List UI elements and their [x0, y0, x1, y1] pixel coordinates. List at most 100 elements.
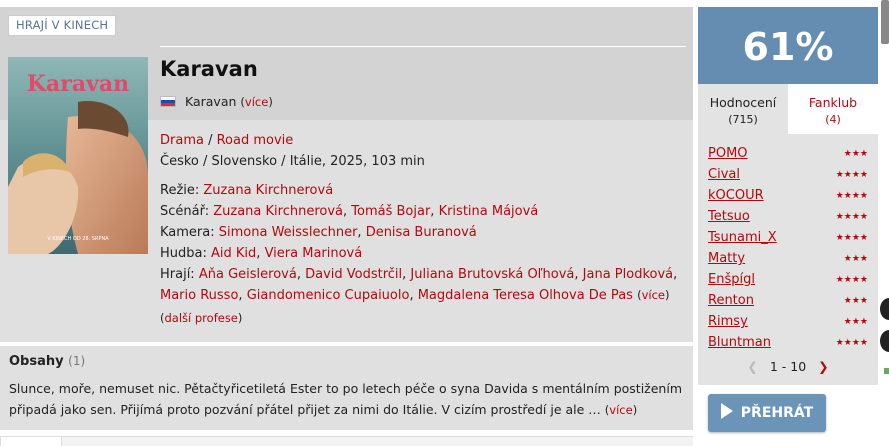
star-rating-icon: ★★★: [843, 253, 868, 264]
tab-fanclub-count: (4): [825, 113, 841, 126]
tab-ratings[interactable]: Hodnocení (715): [698, 84, 788, 134]
side-widget-icon[interactable]: [880, 330, 889, 352]
movie-info-panel: HRAJÍ V KINECH Karavan V KINECH OD 28. S…: [0, 7, 693, 342]
genre-link[interactable]: Drama: [160, 133, 204, 148]
star-rating-icon: ★★★★: [835, 169, 868, 180]
actor-link[interactable]: Juliana Brutovská Oľhová: [410, 267, 574, 282]
director-label: Režie:: [160, 183, 200, 198]
camera-line: Kamera: Simona Weisslechner, Denisa Bura…: [160, 225, 477, 240]
actor-link[interactable]: Mario Russo: [160, 288, 238, 303]
star-rating-icon: ★★★★: [835, 232, 868, 243]
movie-poster[interactable]: Karavan V KINECH OD 28. SRPNA: [8, 57, 148, 254]
star-rating-icon: ★★★★: [835, 190, 868, 201]
creator-link[interactable]: Simona Weisslechner: [219, 225, 358, 240]
user-rating-row: Bluntman ★★★★: [708, 332, 868, 353]
more-professions-link[interactable]: další profese: [165, 311, 238, 325]
poster-caption: V KINECH OD 28. SRPNA: [47, 236, 109, 242]
now-showing-badge[interactable]: HRAJÍ V KINECH: [8, 15, 117, 36]
side-widget-icon[interactable]: [880, 298, 889, 320]
creator-link[interactable]: Viera Marinová: [265, 246, 363, 261]
director-line: Režie: Zuzana Kirchnerová: [160, 183, 333, 198]
bottom-bar: [62, 436, 693, 446]
genres: Drama / Road movie: [160, 133, 294, 148]
rating-tabs: Hodnocení (715) Fanklub (4): [698, 84, 878, 134]
plot-text: Slunce, moře, nemuset nic. Pětačtyřiceti…: [9, 381, 682, 417]
star-rating-icon: ★★★★: [835, 274, 868, 285]
prev-page-icon[interactable]: ❮: [747, 359, 757, 374]
user-rating-row: Matty ★★★: [708, 248, 868, 269]
star-rating-icon: ★★★: [843, 295, 868, 306]
tab-fanclub[interactable]: Fanklub (4): [788, 84, 878, 134]
plot-section: Obsahy (1) Slunce, moře, nemuset nic. Pě…: [0, 346, 693, 430]
actor-link[interactable]: Aňa Geislerová: [199, 267, 297, 282]
creator-link[interactable]: Zuzana Kirchnerová: [203, 183, 333, 198]
plot-heading: Obsahy (1): [9, 354, 85, 369]
camera-label: Kamera:: [160, 225, 215, 240]
user-link[interactable]: Renton: [708, 293, 754, 308]
user-rating-row: Cival ★★★★: [708, 164, 868, 185]
pager-range: 1 - 10: [769, 359, 807, 374]
genre-link[interactable]: Road movie: [217, 133, 294, 148]
original-title-more-link[interactable]: více: [245, 95, 268, 109]
creator-link[interactable]: Denisa Buranová: [366, 225, 477, 240]
user-rating-row: Renton ★★★: [708, 290, 868, 311]
plot-count: (1): [68, 354, 86, 368]
user-link[interactable]: Tetsuo: [708, 209, 750, 224]
next-page-icon[interactable]: ❯: [818, 359, 828, 374]
slovak-flag-icon: [160, 96, 176, 107]
play-button[interactable]: PŘEHRÁT: [708, 394, 826, 432]
user-link[interactable]: POMO: [708, 146, 748, 161]
tab-ratings-count: (715): [728, 113, 758, 126]
creator-link[interactable]: Aid Kid: [211, 246, 256, 261]
user-link[interactable]: Bluntman: [708, 335, 771, 350]
creator-link[interactable]: Tomáš Bojar: [351, 204, 430, 219]
origin-line: Česko / Slovensko / Itálie, 2025, 103 mi…: [160, 154, 425, 169]
music-line: Hudba: Aid Kid, Viera Marinová: [160, 246, 363, 261]
plot-more-link[interactable]: více: [609, 403, 632, 417]
plot-title: Obsahy: [9, 354, 64, 369]
star-rating-icon: ★★★★: [835, 337, 868, 348]
original-title-row: Karavan (více): [160, 94, 273, 109]
original-title: Karavan: [185, 94, 237, 109]
user-link[interactable]: Rimsy: [708, 314, 748, 329]
star-rating-icon: ★★★★: [835, 211, 868, 222]
user-link[interactable]: Tsunami_X: [708, 230, 777, 245]
actor-link[interactable]: Jana Plodková: [583, 267, 673, 282]
user-link[interactable]: kOCOUR: [708, 188, 764, 203]
creator-link[interactable]: Zuzana Kirchnerová: [213, 204, 343, 219]
actor-link[interactable]: Magdalena Teresa Olhova De Pas: [418, 288, 633, 303]
music-label: Hudba:: [160, 246, 207, 261]
writers-line: Scénář: Zuzana Kirchnerová, Tomáš Bojar,…: [160, 204, 539, 219]
cast-line: Hrají: Aňa Geislerová, David Vodstrčil, …: [160, 267, 678, 282]
user-rating-row: POMO ★★★: [708, 143, 868, 164]
scrollbar[interactable]: [881, 0, 889, 44]
writers-label: Scénář:: [160, 204, 210, 219]
user-rating-row: Rimsy ★★★: [708, 311, 868, 332]
user-link[interactable]: Matty: [708, 251, 745, 266]
rating-score: 61%: [698, 7, 878, 84]
cast-label: Hrají:: [160, 267, 195, 282]
cast-more-link[interactable]: více: [642, 288, 665, 302]
user-link[interactable]: Cival: [708, 167, 740, 182]
cast-line-2: Mario Russo, Giandomenico Cupaiuolo, Mag…: [160, 288, 670, 303]
poster-title: Karavan: [27, 71, 129, 97]
user-rating-row: kOCOUR ★★★★: [708, 185, 868, 206]
creator-link[interactable]: Kristina Májová: [439, 204, 539, 219]
tab-ratings-label: Hodnocení: [709, 95, 777, 110]
side-widget-icon: [884, 368, 889, 374]
actor-link[interactable]: David Vodstrčil: [305, 267, 402, 282]
actor-link[interactable]: Giandomenico Cupaiuolo: [247, 288, 410, 303]
divider: [160, 46, 686, 47]
rating-panel: 61% Hodnocení (715) Fanklub (4) POMO ★★★ C…: [698, 7, 878, 385]
user-rating-row: Tetsuo ★★★★: [708, 206, 868, 227]
star-rating-icon: ★★★: [843, 316, 868, 327]
movie-title: Karavan: [160, 57, 258, 81]
user-ratings-list: POMO ★★★ Cival ★★★★ kOCOUR ★★★★ Tetsuo ★★★★ Tsun…: [708, 143, 868, 353]
play-icon: [720, 403, 733, 419]
user-link[interactable]: Enšpígl: [708, 272, 755, 287]
play-label: PŘEHRÁT: [740, 405, 814, 421]
tab-fanclub-label: Fanklub: [808, 95, 858, 110]
bottom-tab[interactable]: [0, 436, 62, 446]
more-professions-line: (další profese): [160, 311, 243, 325]
user-rating-row: Tsunami_X ★★★★: [708, 227, 868, 248]
